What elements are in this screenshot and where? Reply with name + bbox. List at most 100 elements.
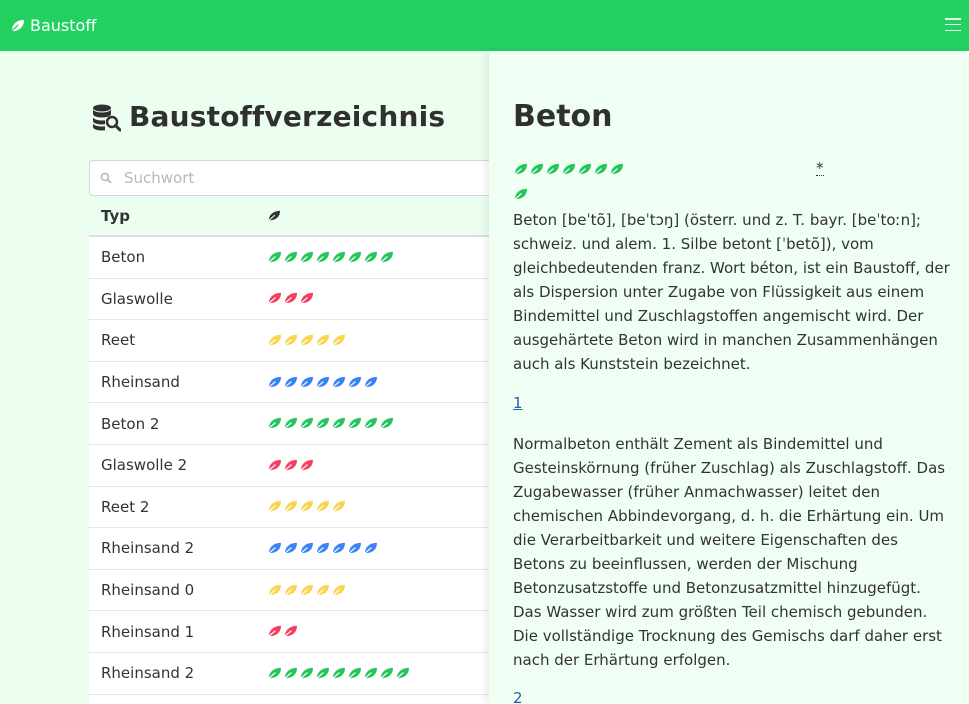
leaf-icon: [529, 163, 544, 176]
leaf-icon: [363, 417, 378, 430]
leaf-icon: [267, 667, 282, 680]
leaf-icon: [331, 334, 346, 347]
column-header-type[interactable]: Typ: [89, 207, 267, 225]
material-list-panel: Baustoffverzeichnis Typ Beton Glaswolle Re…: [0, 51, 489, 704]
leaf-icon: [593, 163, 608, 176]
leaf-icon: [363, 542, 378, 555]
leaf-icon: [363, 667, 378, 680]
search-icon: [100, 172, 112, 184]
leaf-icon: [267, 417, 282, 430]
material-name: Rheinsand 0: [101, 581, 195, 600]
material-rating: [267, 292, 489, 305]
leaf-icon: [545, 163, 560, 176]
leaf-icon: [267, 542, 282, 555]
leaf-icon: [561, 163, 576, 176]
table-row[interactable]: Reet 2: [89, 486, 489, 529]
leaf-icon: [299, 417, 314, 430]
material-rating: [267, 500, 489, 513]
hamburger-menu-icon[interactable]: [945, 18, 961, 31]
leaf-icon: [331, 376, 346, 389]
database-search-icon: [93, 104, 121, 131]
material-rating: [267, 459, 489, 472]
leaf-icon: [379, 667, 394, 680]
table-row[interactable]: [89, 694, 489, 704]
leaf-icon: [379, 251, 394, 264]
leaf-icon: [267, 292, 282, 305]
leaf-icon: [299, 584, 314, 597]
material-rating: [267, 584, 489, 597]
material-rating: [267, 625, 489, 638]
detail-paragraph-2: Normalbeton enthält Zement als Bindemitt…: [513, 435, 946, 669]
leaf-icon: [363, 376, 378, 389]
table-row[interactable]: Beton: [89, 237, 489, 279]
table-body: Beton Glaswolle Reet Rheinsand Beton 2 Glaswo…: [89, 237, 489, 704]
material-table: Typ Beton Glaswolle Reet Rheinsand Beton 2 Gl…: [89, 196, 489, 704]
leaf-icon: [299, 251, 314, 264]
leaf-icon: [299, 667, 314, 680]
leaf-icon: [331, 500, 346, 513]
search-input[interactable]: [124, 169, 464, 187]
table-row[interactable]: Glaswolle 2: [89, 444, 489, 487]
leaf-icon: [315, 251, 330, 264]
leaf-icon: [347, 251, 362, 264]
leaf-icon: [299, 292, 314, 305]
material-rating: [267, 334, 489, 347]
table-row[interactable]: Reet: [89, 320, 489, 362]
detail-title: Beton: [513, 99, 613, 134]
leaf-icon: [315, 667, 330, 680]
leaf-icon: [347, 417, 362, 430]
leaf-icon: [315, 334, 330, 347]
material-name: Reet 2: [101, 497, 150, 516]
leaf-icon: [283, 459, 298, 472]
material-name: Glaswolle: [101, 289, 173, 308]
leaf-icon: [283, 584, 298, 597]
table-row[interactable]: Beton 2: [89, 403, 489, 445]
material-rating: [267, 417, 489, 430]
table-row[interactable]: Rheinsand 0: [89, 569, 489, 612]
leaf-icon: [299, 459, 314, 472]
leaf-icon: [609, 163, 624, 176]
material-name: Reet: [101, 331, 136, 350]
leaf-icon: [283, 417, 298, 430]
table-row[interactable]: Rheinsand: [89, 361, 489, 404]
material-name: Beton 2: [101, 414, 160, 433]
brand-link[interactable]: Baustoff: [10, 16, 96, 35]
search-box[interactable]: [89, 160, 489, 196]
leaf-icon: [315, 417, 330, 430]
column-header-rating[interactable]: [267, 210, 489, 222]
leaf-icon: [10, 19, 25, 33]
material-name: Glaswolle 2: [101, 456, 188, 475]
detail-rating-extra: [513, 188, 528, 201]
reference-link-2[interactable]: 2: [513, 689, 523, 704]
leaf-icon: [267, 584, 282, 597]
leaf-icon: [513, 163, 528, 176]
leaf-icon: [331, 584, 346, 597]
leaf-icon: [267, 376, 282, 389]
table-row[interactable]: Glaswolle: [89, 278, 489, 321]
leaf-icon: [331, 417, 346, 430]
material-name: Rheinsand: [101, 373, 180, 392]
brand-label: Baustoff: [30, 16, 97, 35]
leaf-icon: [331, 251, 346, 264]
leaf-icon: [267, 334, 282, 347]
leaf-icon: [283, 667, 298, 680]
leaf-icon: [395, 667, 410, 680]
table-row[interactable]: Rheinsand 2: [89, 528, 489, 570]
leaf-icon: [267, 625, 282, 638]
leaf-icon: [347, 376, 362, 389]
table-row[interactable]: Rheinsand 1: [89, 611, 489, 653]
material-rating: [267, 376, 489, 389]
leaf-icon: [267, 500, 282, 513]
table-row[interactable]: Rheinsand 2: [89, 652, 489, 695]
detail-paragraph-1: Beton [beˈtõ], [beˈtɔŋ] (österr. und z. …: [513, 211, 950, 373]
footnote-mark[interactable]: *: [816, 161, 824, 176]
leaf-icon: [267, 251, 282, 264]
navbar: Baustoff: [0, 0, 969, 51]
material-name: Rheinsand 1: [101, 622, 195, 641]
reference-link-1[interactable]: 1: [513, 394, 523, 412]
leaf-icon: [299, 500, 314, 513]
leaf-icon: [267, 459, 282, 472]
leaf-icon: [347, 667, 362, 680]
leaf-icon: [315, 542, 330, 555]
leaf-icon: [513, 188, 528, 201]
